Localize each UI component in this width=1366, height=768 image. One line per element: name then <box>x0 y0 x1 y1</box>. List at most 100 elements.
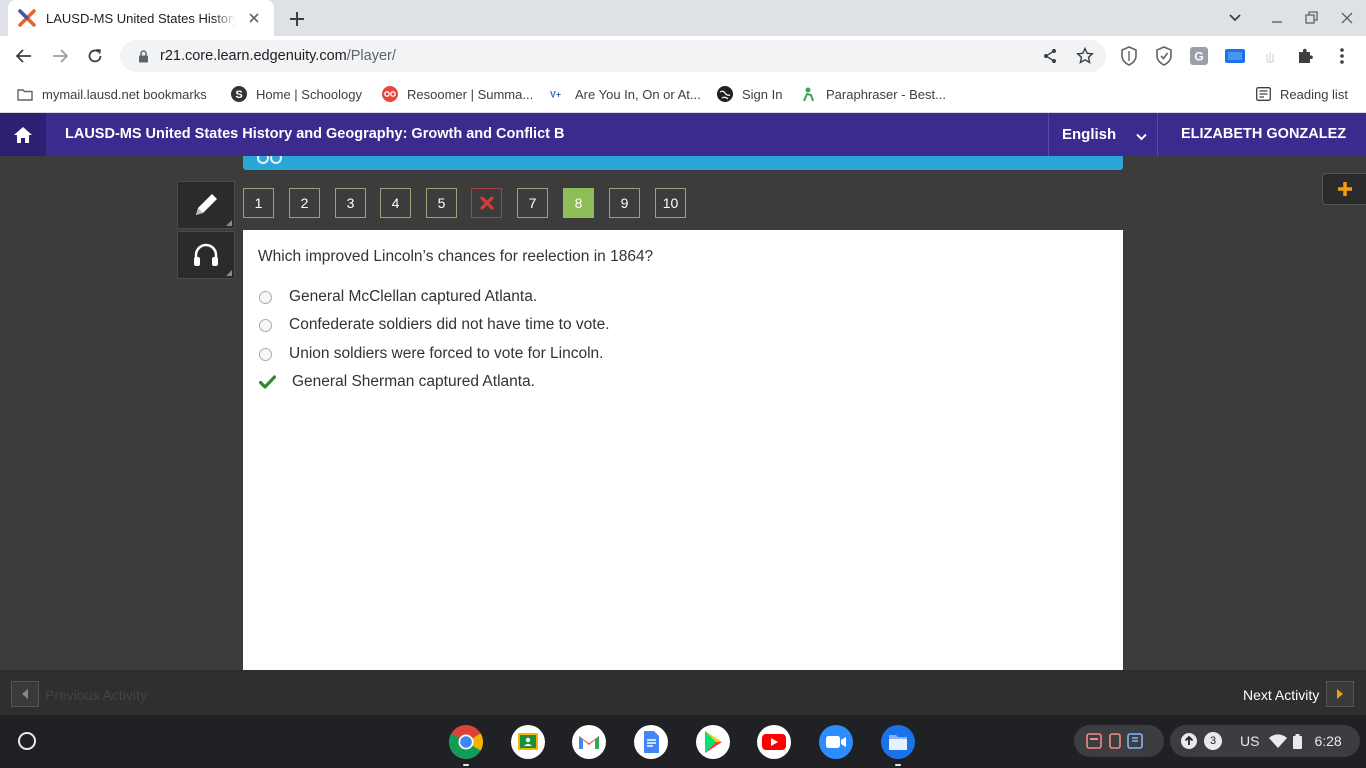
bookmark-label: Resoomer | Summa... <box>407 86 534 102</box>
gmail-app-icon[interactable] <box>571 724 607 760</box>
pinned-tray[interactable] <box>1074 725 1164 757</box>
status-tray[interactable]: 3 US 6:28 <box>1170 725 1360 757</box>
answer-option-1[interactable]: General McClellan captured Atlanta. <box>259 288 537 306</box>
bookmark-mymail[interactable]: mymail.lausd.net bookmarks <box>17 84 207 104</box>
folder-icon <box>17 86 33 102</box>
previous-activity-label: Previous Activity <box>45 687 147 703</box>
browser-tab[interactable]: LAUSD-MS United States History <box>8 0 274 36</box>
phone-hub-icon <box>1086 733 1143 749</box>
grammarly-extension-icon[interactable]: G <box>1188 45 1210 67</box>
classroom-app-icon[interactable] <box>510 724 546 760</box>
reading-list-button[interactable]: Reading list <box>1255 84 1348 104</box>
back-icon[interactable] <box>10 42 38 70</box>
extensions-puzzle-icon[interactable] <box>1294 45 1316 67</box>
edgenuity-favicon-icon <box>18 9 36 27</box>
language-label: English <box>1062 126 1117 143</box>
language-select[interactable]: English <box>1048 113 1158 156</box>
expand-tools-button[interactable] <box>1322 173 1366 205</box>
paraphraser-icon <box>801 86 817 102</box>
question-1-button[interactable]: 1 <box>243 188 274 218</box>
play-store-app-icon[interactable] <box>695 724 731 760</box>
question-card: Which improved Lincoln’s chances for ree… <box>243 230 1123 670</box>
zoom-app-icon[interactable] <box>818 724 854 760</box>
home-button[interactable] <box>0 113 46 156</box>
question-8-button[interactable]: 8 <box>563 188 594 218</box>
question-4-button[interactable]: 4 <box>380 188 411 218</box>
course-title: LAUSD-MS United States History and Geogr… <box>65 126 565 142</box>
answer-option-3[interactable]: Union soldiers were forced to vote for L… <box>259 345 603 363</box>
restore-icon[interactable] <box>1299 6 1325 30</box>
next-activity-label[interactable]: Next Activity <box>1243 687 1319 703</box>
question-5-button[interactable]: 5 <box>426 188 457 218</box>
user-name[interactable]: ELIZABETH GONZALEZ <box>1181 126 1346 142</box>
files-app-icon[interactable] <box>880 724 916 766</box>
url-path: /Player/ <box>346 48 396 64</box>
close-tab-icon[interactable] <box>244 8 264 28</box>
option-text: General McClellan captured Atlanta. <box>289 288 538 305</box>
activity-banner <box>243 156 1123 170</box>
chevron-down-icon <box>1136 128 1147 145</box>
keyboard-locale: US <box>1240 733 1260 749</box>
pencil-tool-button[interactable] <box>177 181 235 229</box>
shield-extension-icon[interactable] <box>1118 45 1140 67</box>
hand-extension-icon[interactable] <box>1259 45 1281 67</box>
radio-button[interactable] <box>259 347 272 361</box>
question-9-button[interactable]: 9 <box>609 188 640 218</box>
forward-icon[interactable] <box>46 42 74 70</box>
notification-count: 3 <box>1204 732 1222 750</box>
tab-title: LAUSD-MS United States History <box>46 10 237 26</box>
tools-panel <box>177 181 235 279</box>
lock-icon[interactable] <box>136 49 150 63</box>
pencil-icon <box>196 194 217 215</box>
active-dot <box>463 764 469 766</box>
answer-option-2[interactable]: Confederate soldiers did not have time t… <box>259 316 610 334</box>
previous-activity-button[interactable] <box>11 681 39 707</box>
course-header: LAUSD-MS United States History and Geogr… <box>0 113 1366 156</box>
question-7-button[interactable]: 7 <box>517 188 548 218</box>
bookmark-sign-in[interactable]: Sign In <box>717 84 782 104</box>
share-icon[interactable] <box>1040 46 1060 66</box>
new-tab-icon[interactable] <box>284 6 310 32</box>
bookmark-paraphraser[interactable]: Paraphraser - Best... <box>801 84 946 104</box>
radio-button[interactable] <box>259 290 272 304</box>
question-10-button[interactable]: 10 <box>655 188 686 218</box>
launcher-icon[interactable] <box>9 723 45 759</box>
resoomer-icon <box>382 86 398 102</box>
chrome-app-icon[interactable] <box>448 724 484 766</box>
bookmark-vocab[interactable]: V+ Are You In, On or At... <box>550 84 701 104</box>
answer-option-4[interactable]: General Sherman captured Atlanta. <box>259 373 535 391</box>
bookmark-label: mymail.lausd.net bookmarks <box>42 86 207 102</box>
address-bar[interactable]: r21.core.learn.edgenuity.com/Player/ <box>120 40 1106 72</box>
option-text: Union soldiers were forced to vote for L… <box>289 345 604 362</box>
headphones-tool-button[interactable] <box>177 231 235 279</box>
bookmark-star-icon[interactable] <box>1075 46 1095 66</box>
globe-icon <box>717 86 733 102</box>
incorrect-x-icon <box>479 196 494 210</box>
question-2-button[interactable]: 2 <box>289 188 320 218</box>
bookmark-label: Are You In, On or At... <box>575 86 701 102</box>
radio-button[interactable] <box>259 318 272 332</box>
screen-extension-icon[interactable] <box>1224 45 1246 67</box>
bookmark-resoomer[interactable]: Resoomer | Summa... <box>382 84 533 104</box>
caret-right-icon <box>1337 689 1343 699</box>
tab-strip: LAUSD-MS United States History <box>0 0 1366 36</box>
reading-list-label: Reading list <box>1280 86 1348 102</box>
shield-check-extension-icon[interactable] <box>1153 45 1175 67</box>
svg-text:S: S <box>235 89 242 101</box>
docs-app-icon[interactable] <box>633 724 669 760</box>
plus-icon <box>1337 182 1352 196</box>
question-6-button[interactable] <box>471 188 502 218</box>
youtube-app-icon[interactable] <box>756 724 792 760</box>
option-text: Confederate soldiers did not have time t… <box>289 316 610 333</box>
menu-kebab-icon[interactable] <box>1331 45 1353 67</box>
question-3-button[interactable]: 3 <box>335 188 366 218</box>
minimize-icon[interactable] <box>1264 6 1290 30</box>
next-activity-button[interactable] <box>1326 681 1354 707</box>
tab-search-chevron-icon[interactable] <box>1222 6 1248 30</box>
activity-footer: Previous Activity Next Activity <box>0 670 1366 715</box>
bookmark-schoology[interactable]: S Home | Schoology <box>231 84 362 104</box>
reload-icon[interactable] <box>81 42 109 70</box>
battery-icon <box>1293 733 1303 749</box>
close-window-icon[interactable] <box>1334 6 1360 30</box>
url-domain: r21.core.learn.edgenuity.com <box>160 48 347 64</box>
